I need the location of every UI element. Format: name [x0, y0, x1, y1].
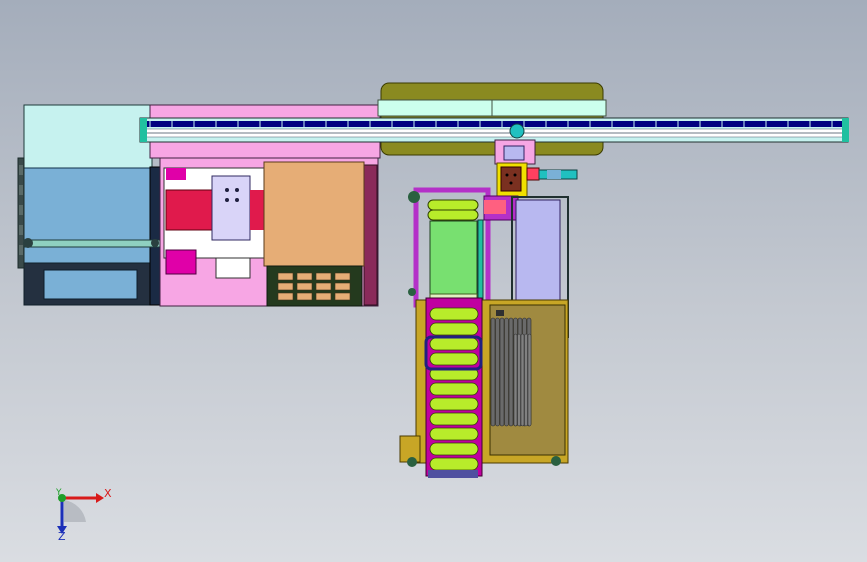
conveyor-roller	[429, 397, 479, 411]
axis-triad	[57, 493, 104, 534]
y-axis-label: Y	[56, 488, 62, 498]
orange-panel[interactable]	[263, 161, 365, 307]
cad-viewport[interactable]: X Y Z	[0, 0, 867, 562]
conveyor-roller	[429, 352, 479, 366]
conveyor-roller	[429, 322, 479, 336]
linear-rail[interactable]	[139, 117, 849, 143]
x-axis-label: X	[104, 487, 112, 500]
conveyor-roller	[429, 427, 479, 441]
conveyor[interactable]	[424, 297, 483, 478]
disk	[508, 317, 514, 427]
conveyor-roller	[429, 457, 479, 471]
left-cabinet[interactable]	[17, 104, 161, 306]
conveyor-roller	[429, 382, 479, 396]
machine-model-view[interactable]	[0, 0, 867, 562]
conveyor-roller	[429, 412, 479, 426]
disk	[495, 317, 500, 427]
disk	[490, 317, 496, 427]
disk-stack	[490, 317, 532, 427]
conveyor-roller	[429, 337, 479, 351]
z-axis-label: Z	[58, 530, 66, 543]
disk	[499, 317, 505, 427]
conveyor-roller	[429, 442, 479, 456]
disk	[504, 317, 509, 427]
conveyor-roller	[429, 307, 479, 321]
gold-base[interactable]	[399, 299, 569, 467]
conveyor-rollers	[429, 307, 479, 471]
